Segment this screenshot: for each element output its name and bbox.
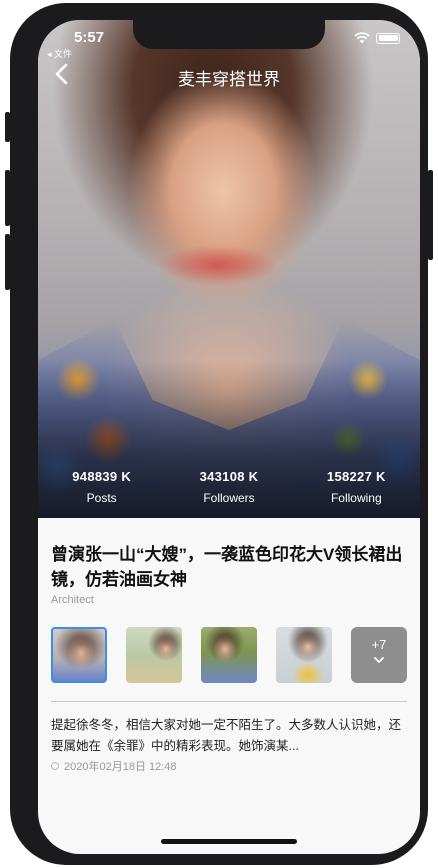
chevron-down-icon [374,657,384,663]
thumbnail-2[interactable] [126,627,182,683]
stat-posts[interactable]: 948839 K Posts [38,469,165,505]
status-time: 5:57 [74,29,105,46]
more-photos-button[interactable]: +7 [351,627,407,683]
page-title: 麦丰穿搭世界 [178,70,280,89]
stat-value: 343108 K [199,469,259,484]
article-title: 曾演张一山“大嫂”，一袭蓝色印花大V领长裙出镜，仿若油画女神 [51,545,403,589]
power-button [428,170,433,260]
article-meta: 2020年02月18日 12:48 [51,758,177,774]
profile-stats: 948839 K Posts 343108 K Followers 158227… [38,469,420,505]
stat-value: 158227 K [326,469,386,484]
stat-value: 948839 K [72,469,132,484]
divider [51,701,407,702]
article-subtitle: Architect [51,594,94,606]
battery-icon [376,32,400,44]
screen: 5:57 ◂ 文件 麦丰穿搭世界 948839 K Posts 343108 K… [38,20,420,854]
stat-label: Posts [86,491,117,505]
more-count: +7 [371,637,387,652]
wifi-icon [354,32,370,44]
stat-following[interactable]: 158227 K Following [293,469,420,505]
gallery-thumbnails: +7 [51,627,407,683]
stat-followers[interactable]: 343108 K Followers [165,469,292,505]
thumbnail-1[interactable] [51,627,107,683]
phone-frame: 5:57 ◂ 文件 麦丰穿搭世界 948839 K Posts 343108 K… [10,3,428,865]
thumbnail-3[interactable] [201,627,257,683]
article-excerpt: 提起徐冬冬，相信大家对她一定不陌生了。大多数人认识她，还要属她在《余罪》中的精彩… [51,718,402,753]
article-date: 2020年02月18日 12:48 [64,761,177,773]
hero-image: 5:57 ◂ 文件 麦丰穿搭世界 948839 K Posts 343108 K… [38,20,420,518]
clock-icon [51,762,59,770]
notch [133,20,325,49]
stat-label: Following [330,491,382,505]
home-indicator[interactable] [161,839,297,844]
status-icons [354,32,400,44]
thumbnail-4[interactable] [276,627,332,683]
stat-label: Followers [203,491,255,505]
back-to-app-link[interactable]: ◂ 文件 [47,47,72,60]
